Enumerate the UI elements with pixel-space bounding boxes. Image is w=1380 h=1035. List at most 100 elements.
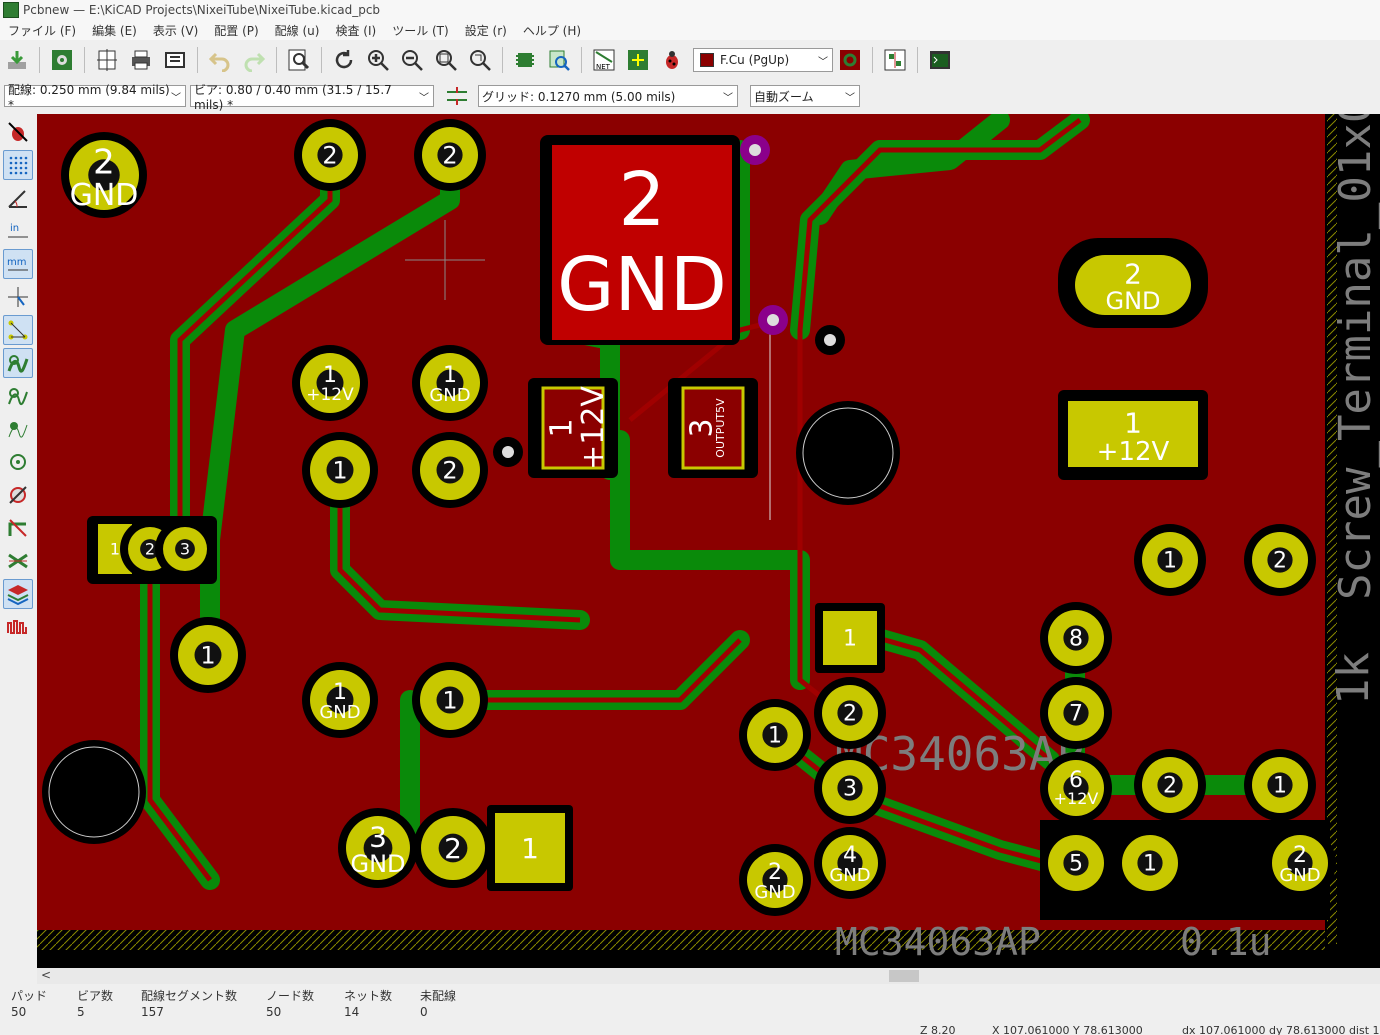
high-contrast-toggle[interactable] bbox=[3, 579, 33, 609]
pad[interactable]: 1 bbox=[487, 805, 573, 891]
pad[interactable]: 7 bbox=[1040, 677, 1112, 749]
menu-route[interactable]: 配線 (u) bbox=[267, 22, 328, 39]
plot-button[interactable] bbox=[160, 45, 190, 75]
save-board-button[interactable] bbox=[2, 45, 32, 75]
pad-sketch-toggle[interactable] bbox=[3, 447, 33, 477]
units-inches-toggle[interactable]: in bbox=[3, 216, 33, 246]
pad[interactable]: 2 bbox=[1134, 749, 1206, 821]
pad[interactable]: 1 bbox=[1114, 827, 1186, 899]
scroll-left-icon[interactable]: < bbox=[41, 968, 51, 982]
pad[interactable]: 1GND bbox=[412, 345, 488, 421]
pad[interactable]: 5 bbox=[1040, 827, 1112, 899]
menu-help[interactable]: ヘルプ (H) bbox=[515, 22, 589, 39]
pad[interactable]: 4GND bbox=[814, 827, 886, 899]
units-mm-toggle[interactable]: mm bbox=[3, 249, 33, 279]
pad[interactable]: 1+12V bbox=[535, 380, 611, 476]
auto-track-width-button[interactable] bbox=[442, 81, 472, 111]
via-sketch-toggle[interactable] bbox=[3, 480, 33, 510]
pad[interactable]: 2GND bbox=[1067, 247, 1199, 323]
scripting-console-button[interactable] bbox=[925, 45, 955, 75]
pad[interactable]: 1 bbox=[815, 603, 885, 673]
drc-button[interactable] bbox=[657, 45, 687, 75]
pcb-view[interactable]: MC34063AP MC34063AP 0.1u Screw_Terminal_… bbox=[37, 114, 1380, 968]
pcb-canvas[interactable]: MC34063AP MC34063AP 0.1u Screw_Terminal_… bbox=[37, 114, 1380, 968]
pad[interactable]: 3 bbox=[155, 519, 215, 579]
active-layer-select[interactable]: F.Cu (PgUp) ﹀ bbox=[693, 48, 833, 72]
cursor-shape-toggle[interactable] bbox=[3, 282, 33, 312]
page-settings-button[interactable] bbox=[92, 45, 122, 75]
menu-place[interactable]: 配置 (P) bbox=[206, 22, 266, 39]
status-label-pads: パッド bbox=[11, 989, 48, 1003]
zoom-in-button[interactable] bbox=[363, 45, 393, 75]
pad[interactable]: 2 bbox=[412, 432, 488, 508]
pad[interactable]: 1 bbox=[1244, 749, 1316, 821]
pad[interactable]: 2 bbox=[814, 677, 886, 749]
scrollbar-thumb[interactable] bbox=[889, 970, 919, 982]
pad[interactable]: 1 bbox=[412, 662, 488, 738]
update-pcb-button[interactable] bbox=[623, 45, 653, 75]
undo-button[interactable] bbox=[205, 45, 235, 75]
pad[interactable]: 1 bbox=[1134, 524, 1206, 596]
pad[interactable]: 2 bbox=[413, 808, 493, 888]
zone-fill-toggle[interactable] bbox=[3, 348, 33, 378]
pad[interactable]: 3GND bbox=[338, 808, 418, 888]
zoom-select[interactable]: 自動ズーム ﹀ bbox=[750, 85, 860, 107]
zoom-out-button[interactable] bbox=[397, 45, 427, 75]
pad[interactable]: 2GND bbox=[61, 132, 147, 218]
zone-sketch-toggle[interactable] bbox=[3, 414, 33, 444]
drc-markers-toggle[interactable] bbox=[3, 117, 33, 147]
inches-icon: in bbox=[8, 223, 28, 238]
print-button[interactable] bbox=[126, 45, 156, 75]
microwave-toggle[interactable] bbox=[3, 612, 33, 642]
horizontal-scrollbar[interactable]: < bbox=[37, 968, 1380, 984]
pad[interactable]: 6+12V bbox=[1040, 752, 1112, 824]
menu-preferences[interactable]: 設定 (r) bbox=[457, 22, 515, 39]
grid-select[interactable]: グリッド: 0.1270 mm (5.00 mils) ﹀ bbox=[478, 85, 738, 107]
menu-inspect[interactable]: 検査 (I) bbox=[327, 22, 384, 39]
pad[interactable]: 8 bbox=[1040, 602, 1112, 674]
footprint-editor-button[interactable] bbox=[510, 45, 540, 75]
via-hole bbox=[767, 314, 779, 326]
mounting-hole bbox=[796, 401, 900, 505]
pad[interactable]: 2 bbox=[1244, 524, 1316, 596]
pad[interactable]: 3OUTPUT5V bbox=[675, 380, 751, 476]
svg-text:mm: mm bbox=[7, 257, 26, 268]
layer-pair-button[interactable] bbox=[835, 45, 865, 75]
track-sketch-toggle[interactable] bbox=[3, 513, 33, 543]
regulator-tab-pad[interactable]: 2 GND bbox=[552, 145, 732, 340]
menu-tools[interactable]: ツール (T) bbox=[384, 22, 457, 39]
track-clearance-toggle[interactable] bbox=[3, 546, 33, 576]
redo-button[interactable] bbox=[239, 45, 269, 75]
main-toolbar: NET F.Cu (PgUp) ﹀ bbox=[0, 41, 1380, 79]
redraw-button[interactable] bbox=[329, 45, 359, 75]
pad[interactable]: 3 bbox=[814, 752, 886, 824]
menu-edit[interactable]: 編集 (E) bbox=[84, 22, 145, 39]
ratsnest-toggle[interactable] bbox=[3, 315, 33, 345]
zone-outline-toggle[interactable] bbox=[3, 381, 33, 411]
pad[interactable]: 1 bbox=[170, 617, 246, 693]
pad[interactable]: 1 bbox=[302, 432, 378, 508]
microwave-tools-button[interactable] bbox=[880, 45, 910, 75]
via-size-select[interactable]: ビア: 0.80 / 0.40 mm (31.5 / 15.7 mils) * … bbox=[190, 83, 434, 112]
pad[interactable]: 2 bbox=[294, 119, 366, 191]
pad[interactable]: 2GND bbox=[1264, 827, 1336, 899]
pad[interactable]: 1 bbox=[739, 699, 811, 771]
toolbar-separator bbox=[321, 47, 322, 73]
toolbar-separator bbox=[581, 47, 582, 73]
pad[interactable]: 1GND bbox=[302, 662, 378, 738]
grid-toggle[interactable] bbox=[3, 150, 33, 180]
zoom-selection-button[interactable] bbox=[465, 45, 495, 75]
zoom-fit-button[interactable] bbox=[431, 45, 461, 75]
footprint-browser-button[interactable] bbox=[544, 45, 574, 75]
menu-view[interactable]: 表示 (V) bbox=[145, 22, 206, 39]
track-width-select[interactable]: 配線: 0.250 mm (9.84 mils) * ﹀ bbox=[4, 83, 186, 112]
pad[interactable]: 1+12V bbox=[292, 345, 368, 421]
pad[interactable]: 1+12V bbox=[1060, 393, 1206, 475]
polar-coords-toggle[interactable] bbox=[3, 183, 33, 213]
find-button[interactable] bbox=[284, 45, 314, 75]
menu-file[interactable]: ファイル (F) bbox=[0, 22, 84, 39]
netlist-button[interactable]: NET bbox=[589, 45, 619, 75]
pad[interactable]: 2GND bbox=[739, 844, 811, 916]
pad[interactable]: 2 bbox=[414, 119, 486, 191]
board-setup-button[interactable] bbox=[47, 45, 77, 75]
